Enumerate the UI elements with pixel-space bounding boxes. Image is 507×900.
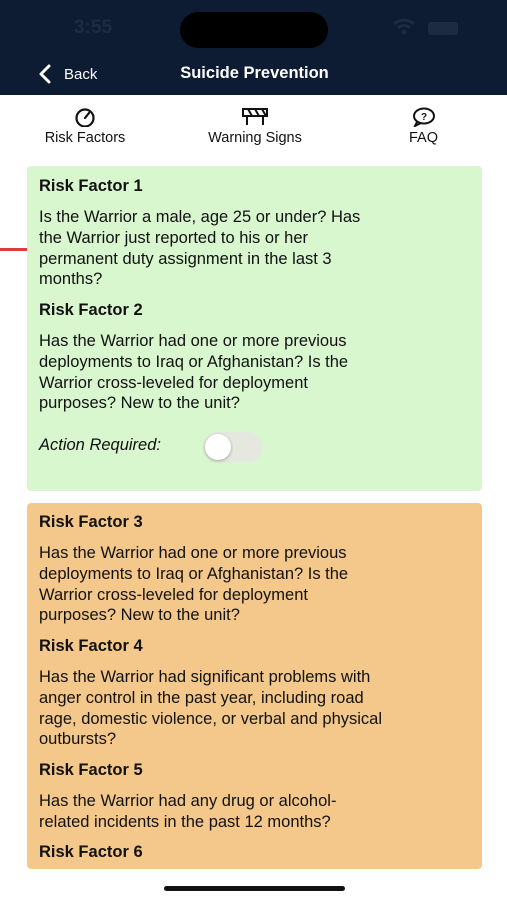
risk-factor-text: Has the Warrior had one or more previous… [39, 332, 349, 413]
tab-label: Risk Factors [44, 130, 126, 146]
nav-header: 3:55 Back Suicide Prevention [0, 0, 507, 95]
question-bubble-icon: ? [412, 107, 435, 127]
risk-factor-title: Risk Factor 2 [39, 301, 143, 319]
risk-factor-text: Has the Warrior had any drug or alcohol-… [39, 792, 337, 831]
tab-label: Warning Signs [208, 130, 302, 146]
battery-icon [428, 22, 458, 35]
gauge-icon [75, 108, 95, 127]
tab-risk-factors[interactable]: Risk Factors [0, 95, 170, 157]
risk-card-orange: Risk Factor 3 Has the Warrior had one or… [27, 503, 482, 869]
tab-label: FAQ [408, 130, 438, 146]
risk-factor-text: Is the Warrior a male, age 25 or under? … [39, 208, 361, 289]
barrier-icon [242, 108, 268, 125]
action-required-label: Action Required: [39, 436, 161, 454]
tab-bar: Risk Factors Warning Signs ? FAQ [0, 95, 507, 251]
risk-factor-text: Has the Warrior had one or more previous… [39, 544, 349, 625]
risk-factor-title: Risk Factor 3 [39, 513, 143, 531]
wifi-icon [393, 18, 415, 35]
risk-factor-title: Risk Factor 6 [39, 843, 143, 861]
risk-factor-title: Risk Factor 1 [39, 177, 143, 195]
risk-factor-title: Risk Factor 5 [39, 761, 143, 779]
risk-factor-title: Risk Factor 4 [39, 637, 143, 655]
risk-factor-text: Has the Warrior had significant problems… [39, 668, 383, 749]
tab-warning-signs[interactable]: Warning Signs [170, 95, 340, 157]
tab-faq[interactable]: ? FAQ [340, 95, 507, 157]
status-time: 3:55 [74, 17, 113, 38]
toggle-knob [205, 434, 231, 460]
page-title: Suicide Prevention [180, 64, 329, 82]
svg-text:?: ? [420, 112, 426, 123]
action-required-toggle[interactable] [203, 432, 263, 462]
home-indicator [164, 886, 345, 891]
dynamic-island [180, 12, 328, 48]
risk-card-green: Risk Factor 1 Is the Warrior a male, age… [27, 166, 482, 491]
